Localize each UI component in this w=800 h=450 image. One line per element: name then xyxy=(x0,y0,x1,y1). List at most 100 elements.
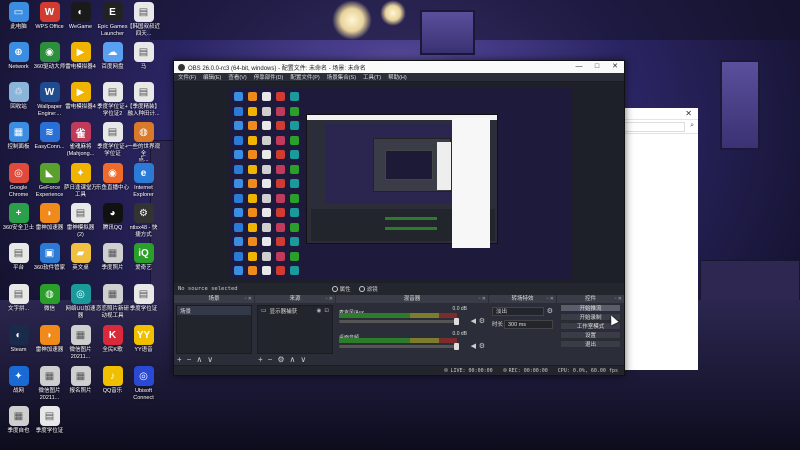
desktop-icon[interactable]: ◎ Ubisoft Connect xyxy=(127,366,160,401)
desktop-icon[interactable]: ▦ 恋恋照片新研 动视工具 xyxy=(96,284,129,319)
desktop-icon[interactable]: iQ 爱奇艺 xyxy=(127,243,160,272)
move-up-button[interactable]: ∧ xyxy=(290,355,296,364)
source-properties-button[interactable]: ⚙ xyxy=(277,355,284,364)
desktop-icon[interactable]: ▦ 报名照片 xyxy=(64,366,97,395)
preview-canvas[interactable] xyxy=(230,88,572,280)
gear-icon[interactable]: ⚙ xyxy=(479,317,485,325)
desktop-icon[interactable]: YY YY语音 xyxy=(127,325,160,354)
search-icon[interactable]: ⌕ xyxy=(690,122,694,130)
desktop-icon[interactable]: ▦ 季度自也 xyxy=(2,406,35,435)
desktop-icon[interactable]: ▦ 控制面板 xyxy=(2,122,35,151)
desktop-icon[interactable]: ◉ 360驱动大师 xyxy=(33,42,66,71)
desktop-icon[interactable]: ◍ 一些的世界观全 点... xyxy=(127,122,160,164)
maximize-button[interactable]: □ xyxy=(588,61,606,73)
minimize-button[interactable]: — xyxy=(570,61,588,73)
desktop-icon[interactable]: ⚙ ntlsx48 - 快 捷方式 xyxy=(127,203,160,238)
desktop-icon[interactable]: ☁ 百度网盘 xyxy=(96,42,129,71)
desktop-icon[interactable]: ▤ 季度学位证 xyxy=(33,406,66,435)
close-icon[interactable]: ✕ xyxy=(685,109,692,118)
menu-docks[interactable]: 停靠部件(D) xyxy=(254,73,284,81)
transition-duration-input[interactable]: 300 ms xyxy=(504,319,553,329)
desktop-icon[interactable]: ▣ 360软件管家 xyxy=(33,243,66,272)
background-explorer-window[interactable]: ✕ ⌕ xyxy=(622,108,698,370)
scenes-list[interactable]: 场景 xyxy=(176,305,252,354)
menu-file[interactable]: 文件(F) xyxy=(178,73,196,81)
desktop-icon[interactable]: ✦ 战网 xyxy=(2,366,35,395)
menu-view[interactable]: 查看(V) xyxy=(228,73,246,81)
move-down-button[interactable]: ∨ xyxy=(300,355,306,364)
desktop-icon[interactable]: e Internet Explorer xyxy=(127,163,160,198)
desktop-icon[interactable]: +360安全卫士 xyxy=(2,203,35,232)
dock-buttons[interactable]: ▫ ✕ xyxy=(547,295,554,303)
gear-icon[interactable]: ⚙ xyxy=(479,342,485,350)
eye-icon[interactable]: ◉ xyxy=(317,308,322,314)
slider-handle[interactable] xyxy=(454,318,459,325)
desktop-icon[interactable]: ▤ 季度学位证 xyxy=(127,284,160,313)
desktop-icon[interactable]: ♲ 回收站 xyxy=(2,82,35,111)
transition-type-select[interactable]: 淡出 xyxy=(492,306,544,316)
desktop-icon[interactable]: W Wallpaper Engine:... xyxy=(33,82,66,117)
slider-handle[interactable] xyxy=(454,343,459,350)
desktop-icon[interactable]: E Epic Games Launcher xyxy=(96,2,129,37)
desktop-icon[interactable]: ▤ 文字拼... xyxy=(2,284,35,313)
desktop-icon[interactable]: ◎ Google Chrome xyxy=(2,163,35,198)
exit-button[interactable]: 退出 xyxy=(560,340,621,348)
speaker-icon[interactable]: ◀ xyxy=(471,317,476,325)
desktop-icon[interactable]: ▤ 季度学位证+ 学位证 xyxy=(96,122,129,157)
desktop-icon[interactable]: ▦ 季度照片 xyxy=(96,243,129,272)
dock-buttons[interactable]: ▫ ✕ xyxy=(479,295,486,303)
sources-list[interactable]: ▭ 显示器捕获 ◉ ⊡ xyxy=(257,305,333,354)
desktop-icon[interactable]: ◉ 乐鱼直播中心 xyxy=(96,163,129,192)
desktop-icon[interactable]: ▶ 雷电模拟器4 xyxy=(64,42,97,71)
lock-icon[interactable]: ⊡ xyxy=(324,308,329,314)
explorer-address-input[interactable] xyxy=(623,122,685,132)
desktop-icon[interactable]: ▦ 微信图片 20211... xyxy=(33,366,66,401)
remove-source-button[interactable]: − xyxy=(268,355,273,364)
dock-buttons[interactable]: ▫ ✕ xyxy=(245,295,252,303)
desktop-icon[interactable]: ▦ 微信图片 20211... xyxy=(64,325,97,360)
add-source-button[interactable]: + xyxy=(258,355,263,364)
menu-profile[interactable]: 配置文件(P) xyxy=(290,73,319,81)
desktop-icon[interactable]: ▶ 雷电模拟器4 xyxy=(64,82,97,111)
source-item[interactable]: ▭ 显示器捕获 ◉ ⊡ xyxy=(258,306,332,315)
dock-buttons[interactable]: ▫ ✕ xyxy=(615,295,622,303)
filters-button[interactable]: 滤镜 xyxy=(358,285,378,293)
desktop-icon[interactable]: ◍ 微信 xyxy=(33,284,66,313)
volume-slider[interactable] xyxy=(339,343,459,350)
desktop-icon[interactable]: ▰ 英文桌 xyxy=(64,243,97,272)
desktop-icon[interactable]: ≋ EasyConn... xyxy=(33,122,66,151)
desktop-icon[interactable]: ◕ 腾讯QQ xyxy=(96,203,129,232)
desktop-icon[interactable]: ◐ WeGame xyxy=(64,2,97,31)
volume-slider[interactable] xyxy=(339,318,459,325)
desktop-icon[interactable]: 雀雀魂麻将 (Mahjong... xyxy=(64,122,97,157)
desktop-icon[interactable]: ▤ 马 xyxy=(127,42,160,71)
desktop-icon[interactable]: ▤ 雷神模拟器 (2) xyxy=(64,203,97,238)
desktop-icon[interactable]: ▤ 【季度精装】 融入种田计... xyxy=(127,82,160,117)
obs-window[interactable]: OBS 26.0.0-rc3 (64-bit, windows) - 配置文件:… xyxy=(173,60,625,376)
desktop-icon[interactable]: ▤ 平台 xyxy=(2,243,35,272)
close-button[interactable]: ✕ xyxy=(606,61,624,73)
settings-button[interactable]: 设置 xyxy=(560,331,621,339)
desktop-icon[interactable]: ◗ 雷神加速器 xyxy=(33,325,66,354)
remove-scene-button[interactable]: − xyxy=(187,355,192,364)
start-streaming-button[interactable]: 开始推流 xyxy=(560,304,621,312)
add-scene-button[interactable]: + xyxy=(177,355,182,364)
desktop-icon[interactable]: ⊕ Network xyxy=(2,42,35,71)
preview-area[interactable] xyxy=(174,82,624,283)
desktop-icon[interactable]: ◣ GeForce Experience xyxy=(33,163,66,198)
menu-scene-collection[interactable]: 场景集合(S) xyxy=(327,73,356,81)
speaker-icon[interactable]: ◀ xyxy=(471,342,476,350)
desktop-icon[interactable]: ▤ 季度学位证+ 学位证2 xyxy=(96,82,129,117)
move-down-button[interactable]: ∨ xyxy=(207,355,213,364)
menu-help[interactable]: 帮助(H) xyxy=(388,73,407,81)
properties-button[interactable]: 属性 xyxy=(331,285,351,293)
desktop-icon[interactable]: ▤ 【韩国叔叔近 四天... xyxy=(127,2,160,37)
desktop-icon[interactable]: W WPS Office xyxy=(33,2,66,31)
desktop-icon[interactable]: ◗ 雷神加速器 xyxy=(33,203,66,232)
move-up-button[interactable]: ∧ xyxy=(196,355,202,364)
desktop-icon[interactable]: ▭ 此电脑 xyxy=(2,2,35,31)
desktop-icon[interactable]: K 全民K歌 xyxy=(96,325,129,354)
menu-edit[interactable]: 编辑(E) xyxy=(203,73,221,81)
desktop-icon[interactable]: ◐ Steam xyxy=(2,325,35,354)
desktop-icon[interactable]: ✦ 萨日逢课堂万 工具 xyxy=(64,163,97,198)
